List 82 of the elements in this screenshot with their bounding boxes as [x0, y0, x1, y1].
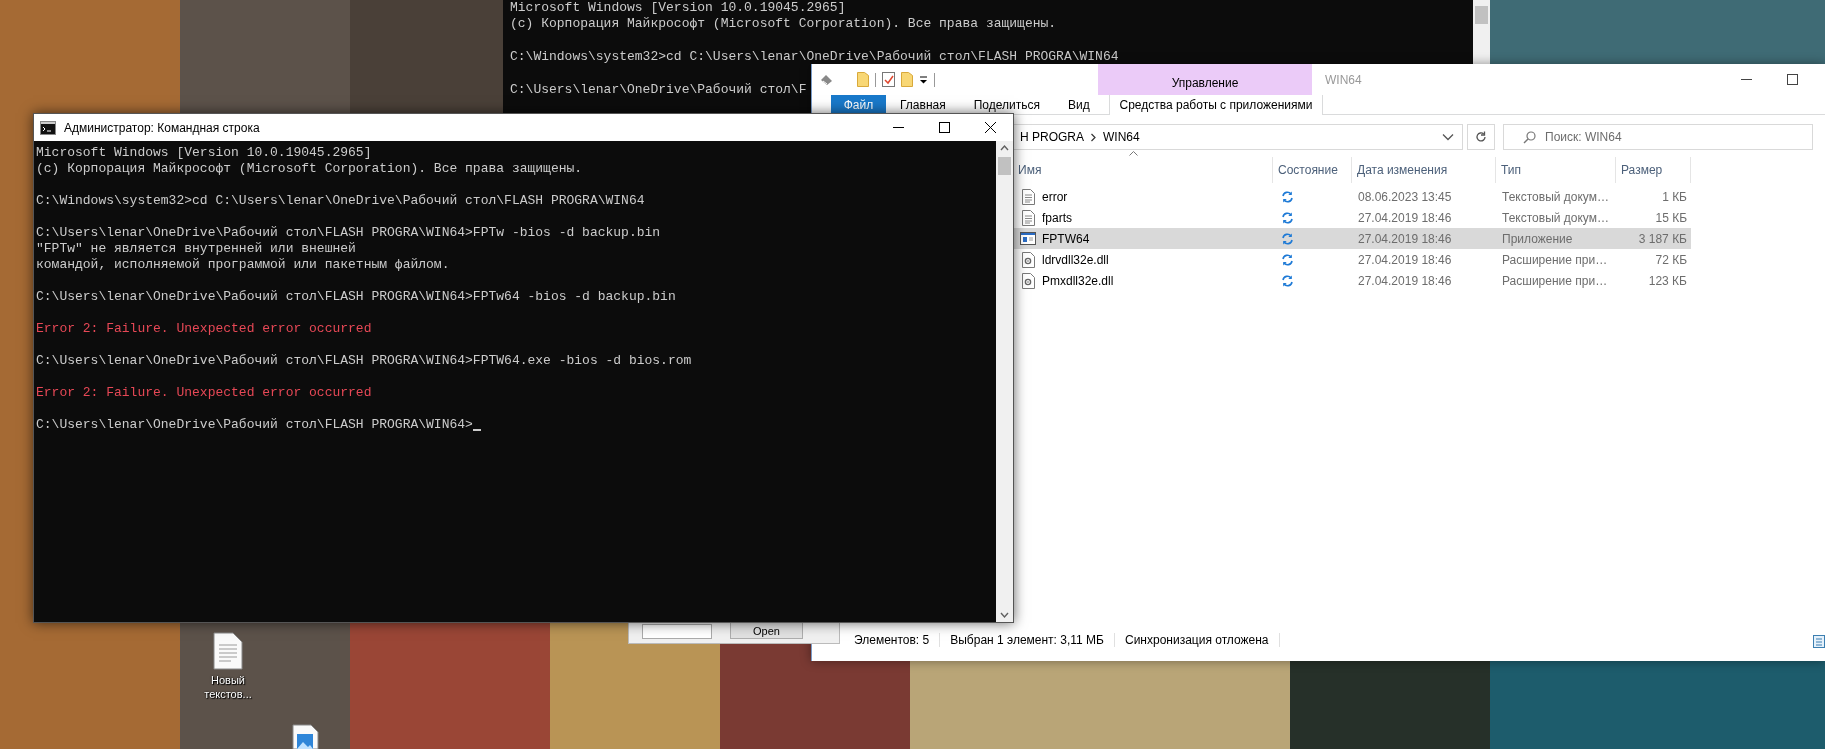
column-header[interactable]: Состояние [1273, 157, 1352, 183]
input-field[interactable] [642, 624, 712, 639]
column-header[interactable]: Размер [1616, 157, 1691, 183]
image-file-icon[interactable] [290, 724, 320, 749]
application-icon [1020, 232, 1036, 245]
chevron-right-icon[interactable] [1090, 132, 1097, 142]
console-line: C:\Users\lenar\OneDrive\Рабочий стол\FLASH PROGRA\WIN64>FPTw64 -bios -d backup.bin [36, 289, 676, 305]
file-date: 27.04.2019 18:46 [1357, 210, 1453, 225]
file-name: fparts [1042, 210, 1072, 225]
console-line: командой, исполняемой программой или пакетным файлом. [36, 257, 450, 273]
checklist-icon[interactable] [882, 72, 895, 87]
ribbon-tab[interactable]: Главная [886, 95, 960, 114]
file-size: 72 КБ [1654, 252, 1688, 267]
error-line: Error 2: Failure. Unexpected error occurred [36, 321, 372, 337]
file-name: ldrvdll32e.dll [1042, 252, 1109, 267]
library-file-icon [1021, 272, 1035, 289]
console-line: C:\Users\lenar\OneDrive\Рабочий стол\FLASH PROGRA\WIN64>FPTW64.exe -bios -d bios.rom [36, 353, 692, 369]
status-text: Выбран 1 элемент: 3,11 МБ [950, 633, 1115, 647]
address-bar[interactable]: H PROGRA WIN64 [1013, 124, 1463, 150]
file-size: 1 КБ [1661, 189, 1688, 204]
file-row[interactable]: error 08.06.2023 13:45 Текстовый докум… 1 КБ [1013, 186, 1691, 207]
file-type: Расширение при… [1501, 252, 1609, 267]
file-row[interactable]: ldrvdll32e.dll 27.04.2019 18:46 Расширение при… 72 КБ [1013, 249, 1691, 270]
desktop-icon-label[interactable]: Новый текстов... [197, 673, 259, 701]
scrollbar[interactable] [1473, 0, 1490, 64]
console-line: C:\Users\lenar\OneDrive\Рабочий стол\F [510, 81, 807, 99]
contextual-ribbon-tab[interactable]: Средства работы с приложениями [1109, 95, 1323, 115]
console-line: (c) Корпорация Майкрософт (Microsoft Corporation). Все права защищены. [510, 16, 1057, 33]
file-name: Pmxdll32e.dll [1042, 273, 1114, 288]
close-icon[interactable] [984, 122, 996, 133]
status-text: Элементов: 5 [854, 633, 941, 647]
file-size: 3 187 КБ [1637, 231, 1688, 246]
file-type: Расширение при… [1501, 273, 1609, 288]
text-file-icon [1021, 188, 1035, 205]
console-line: Microsoft Windows [Version 10.0.19045.2965] [510, 0, 846, 17]
breadcrumb[interactable]: H PROGRA [1020, 130, 1084, 144]
file-date: 08.06.2023 13:45 [1357, 189, 1453, 204]
refresh-button[interactable] [1467, 124, 1495, 150]
context-tab-group: Управление [1098, 64, 1312, 95]
console-line: C:\Windows\system32>cd C:\Users\lenar\OneDrive\Рабочий стол\FLASH PROGRA\WIN64 [36, 193, 645, 209]
file-row[interactable]: Pmxdll32e.dll 27.04.2019 18:46 Расширение при… 123 КБ [1013, 270, 1691, 291]
error-line: Error 2: Failure. Unexpected error occurred [36, 385, 372, 401]
text-file-icon[interactable] [213, 632, 243, 670]
breadcrumb[interactable]: WIN64 [1103, 130, 1140, 144]
window-title: WIN64 [1325, 72, 1363, 87]
dropdown-chevron-icon[interactable] [1442, 133, 1454, 141]
maximize-icon[interactable] [1786, 74, 1798, 85]
console-line: C:\Users\lenar\OneDrive\Рабочий стол\FLASH PROGRA\WIN64> [36, 417, 473, 433]
console-line: C:\Windows\system32>cd C:\Users\lenar\OneDrive\Рабочий стол\FLASH PROGRA\WIN64 [510, 49, 1119, 66]
file-date: 27.04.2019 18:46 [1357, 231, 1453, 246]
file-type: Текстовый докум… [1501, 189, 1610, 204]
ribbon-tab[interactable]: Вид [1053, 95, 1104, 114]
ribbon-tab[interactable]: Поделиться [959, 95, 1054, 114]
search-field[interactable]: Поиск: WIN64 [1503, 124, 1813, 150]
maximize-icon[interactable] [938, 122, 950, 133]
console-line: "FPTw" не является внутренней или внешней [36, 241, 356, 257]
file-size: 15 КБ [1654, 210, 1688, 225]
status-text: Синхронизация отложена [1124, 633, 1280, 647]
refresh-icon[interactable] [1475, 131, 1487, 143]
file-name: error [1042, 189, 1068, 204]
console-line: C:\Users\lenar\OneDrive\Рабочий стол\FLASH PROGRA\WIN64>FPTw -bios -d backup.bin [36, 225, 661, 241]
file-name: FPTW64 [1042, 231, 1090, 246]
column-header[interactable]: Дата изменения [1352, 157, 1496, 183]
scrollbar[interactable] [996, 141, 1013, 622]
scroll-thumb[interactable] [1475, 6, 1488, 24]
file-row[interactable]: FPTW64 27.04.2019 18:46 Приложение 3 187 КБ [1013, 228, 1691, 249]
scroll-thumb[interactable] [998, 157, 1011, 175]
file-date: 27.04.2019 18:46 [1357, 273, 1453, 288]
console-app-icon [40, 120, 56, 135]
file-row[interactable]: fparts 27.04.2019 18:46 Текстовый докум… 15 КБ [1013, 207, 1691, 228]
file-type: Приложение [1501, 231, 1574, 246]
file-type: Текстовый докум… [1501, 210, 1610, 225]
file-size: 123 КБ [1647, 273, 1688, 288]
console-line: Microsoft Windows [Version 10.0.19045.2965] [36, 145, 372, 161]
window-title: Администратор: Командная строка [64, 120, 261, 135]
console-line: (c) Корпорация Майкрософт (Microsoft Corporation). Все права защищены. [36, 161, 583, 177]
file-date: 27.04.2019 18:46 [1357, 252, 1453, 267]
details-view-icon[interactable] [1813, 635, 1825, 648]
column-header[interactable]: Тип [1496, 157, 1616, 183]
library-file-icon [1021, 251, 1035, 268]
dropdown-icon[interactable] [919, 75, 928, 84]
text-file-icon [1021, 209, 1035, 226]
